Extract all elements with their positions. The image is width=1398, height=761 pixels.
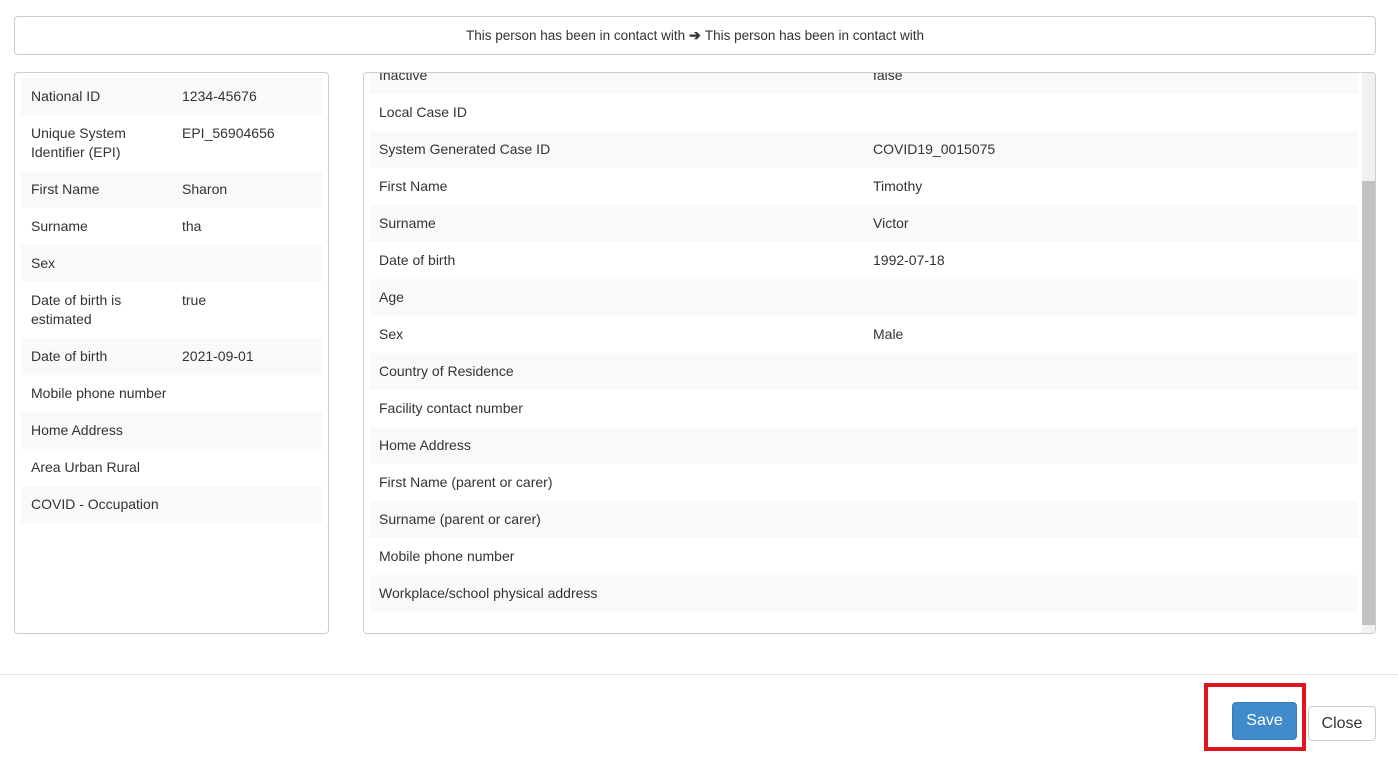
field-label: Facility contact number [379,400,523,416]
field-label: Date of birth is estimated [31,292,122,327]
field-label: Country of Residence [379,363,514,379]
left-row-home-address: Home Address [21,412,322,449]
field-label: Local Case ID [379,104,467,120]
left-row-sex: Sex [21,245,322,282]
field-label: Inactive [379,72,428,83]
field-label: Surname (parent or carer) [379,511,541,527]
right-row-local-case-id: Local Case ID [370,94,1358,131]
field-label: System Generated Case ID [379,141,551,157]
header-text-right: This person has been in contact with [704,28,924,43]
field-value: Sharon [182,181,228,197]
field-value: 1992-07-18 [873,252,945,268]
header-text-left: This person has been in contact with [466,28,686,43]
right-row-first-name: First Name Timothy [370,168,1358,205]
field-label: Date of birth [31,348,108,364]
field-label: First Name [379,178,448,194]
field-label: Mobile phone number [379,548,515,564]
left-row-covid-occupation: COVID - Occupation [21,486,322,523]
left-person-panel: National ID 1234-45676 Unique System Ide… [14,72,329,634]
left-row-surname: Surname tha [21,208,322,245]
footer-divider [0,674,1398,675]
field-label: Surname [31,218,88,234]
right-row-surname: Surname Victor [370,205,1358,242]
right-row-parent-first-name: First Name (parent or carer) [370,464,1358,501]
field-value: Male [873,326,904,342]
right-row-sex: Sex Male [370,316,1358,353]
right-row-workplace-address: Workplace/school physical address [370,575,1358,612]
field-label: First Name [31,181,100,197]
field-label: Mobile phone number [31,385,167,401]
relationship-header: This person has been in contact with ➔ T… [14,16,1376,55]
left-row-first-name: First Name Sharon [21,171,322,208]
field-value: Timothy [873,178,923,194]
field-label: COVID - Occupation [31,496,159,512]
field-label: Surname [379,215,436,231]
arrow-right-icon: ➔ [689,27,701,43]
field-value: true [182,292,207,308]
field-label: Date of birth [379,252,456,268]
left-row-national-id: National ID 1234-45676 [21,78,322,115]
right-row-mobile-phone: Mobile phone number [370,538,1358,575]
left-row-mobile-phone: Mobile phone number [21,375,322,412]
left-row-area-urban-rural: Area Urban Rural [21,449,322,486]
field-label: Workplace/school physical address [379,585,598,601]
field-label: Age [379,289,404,305]
field-value: tha [182,218,202,234]
close-button[interactable]: Close [1308,706,1376,741]
field-value: 1234-45676 [182,88,257,104]
field-value: Victor [873,215,909,231]
field-label: Sex [379,326,404,342]
field-label: Unique System Identifier (EPI) [31,125,126,160]
left-row-unique-system-identifier: Unique System Identifier (EPI) EPI_56904… [21,115,322,171]
field-label: Area Urban Rural [31,459,140,475]
save-button[interactable]: Save [1232,702,1297,740]
right-panel-scroll-content: Inactive false Local Case ID System Gene… [370,72,1358,612]
left-row-date-of-birth: Date of birth 2021-09-01 [21,338,322,375]
field-label: Home Address [379,437,471,453]
field-value: 2021-09-01 [182,348,254,364]
field-value: EPI_56904656 [182,125,275,141]
right-row-date-of-birth: Date of birth 1992-07-18 [370,242,1358,279]
right-row-system-case-id: System Generated Case ID COVID19_0015075 [370,131,1358,168]
right-row-country-of-residence: Country of Residence [370,353,1358,390]
field-label: First Name (parent or carer) [379,474,553,490]
right-row-age: Age [370,279,1358,316]
scrollbar-thumb[interactable] [1362,181,1375,625]
right-row-inactive: Inactive false [370,72,1358,94]
field-value: false [873,72,903,83]
field-label: Home Address [31,422,123,438]
right-row-parent-surname: Surname (parent or carer) [370,501,1358,538]
field-value: COVID19_0015075 [873,141,996,157]
right-row-home-address: Home Address [370,427,1358,464]
field-label: National ID [31,88,101,104]
right-row-facility-contact-number: Facility contact number [370,390,1358,427]
left-row-dob-estimated: Date of birth is estimated true [21,282,322,338]
field-label: Sex [31,255,56,271]
right-person-panel[interactable]: Inactive false Local Case ID System Gene… [363,72,1376,634]
